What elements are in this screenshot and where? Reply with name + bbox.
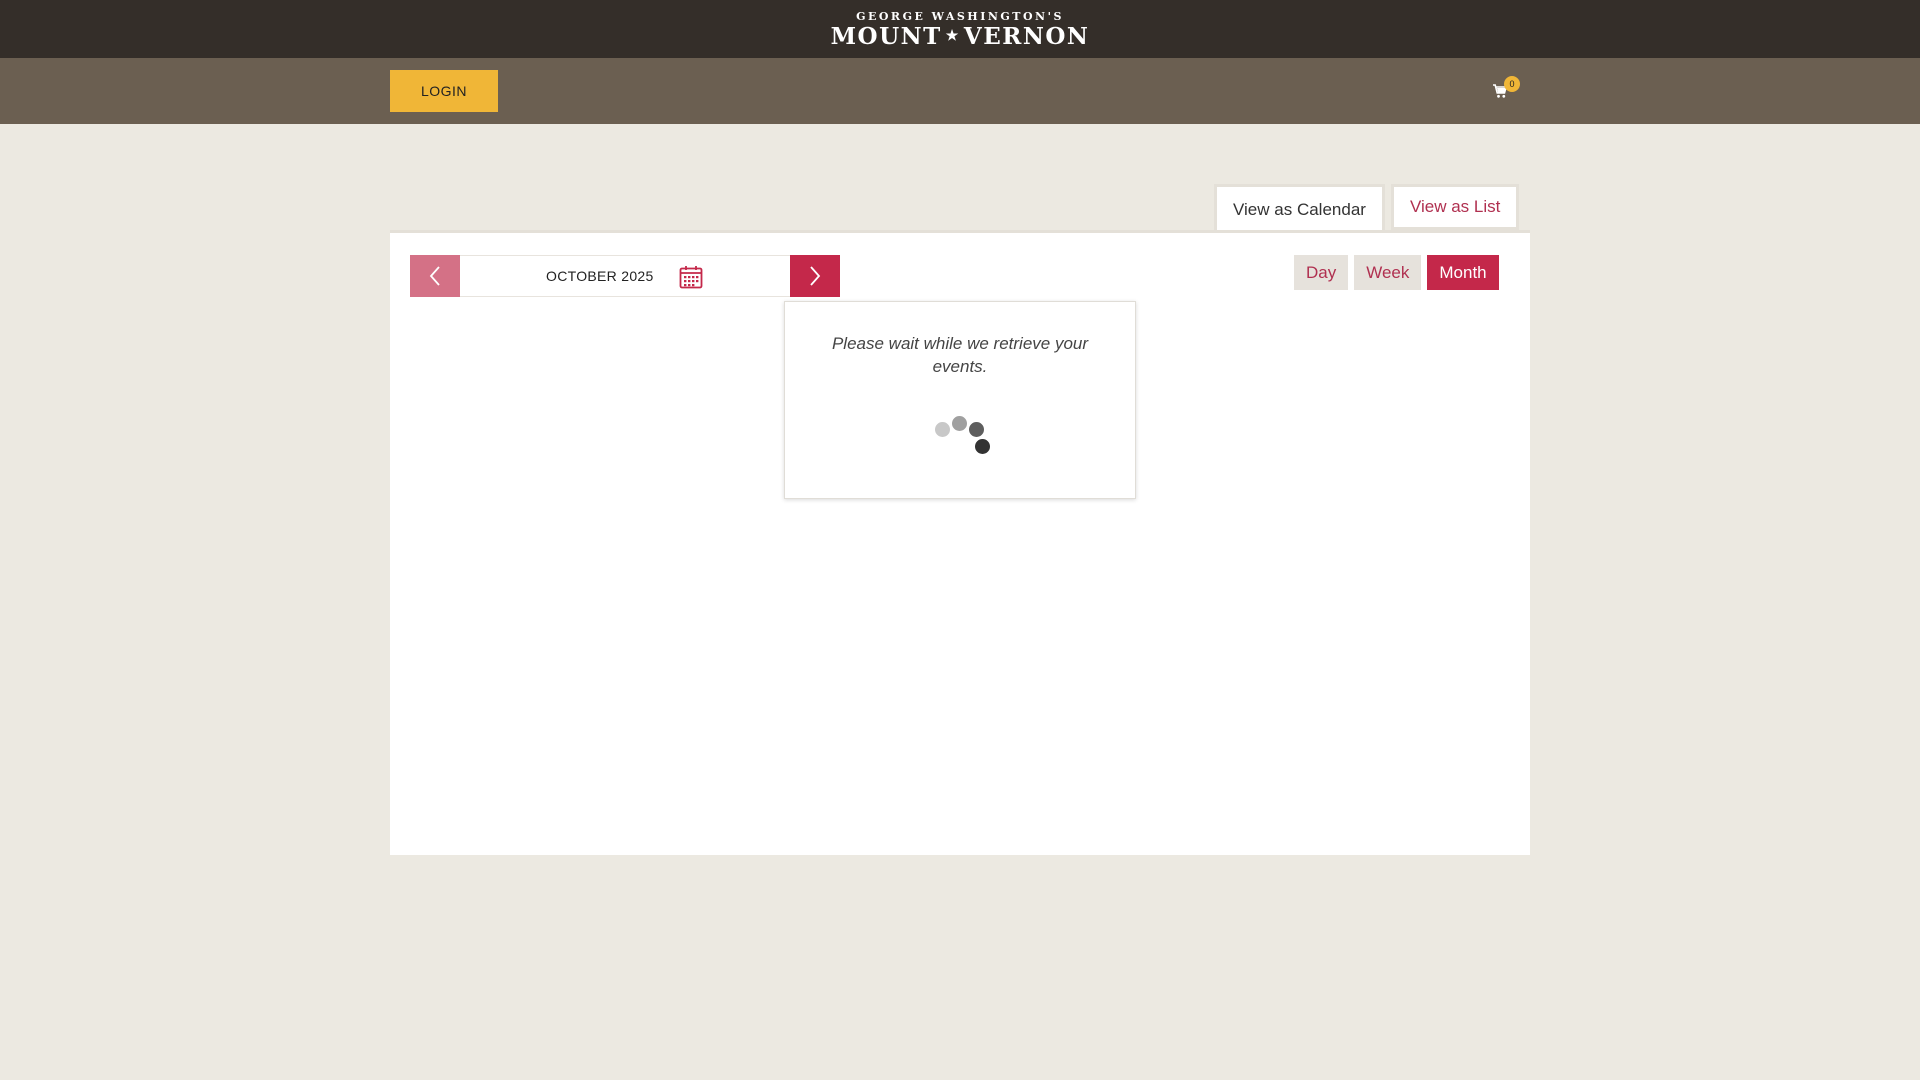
loading-spinner-icon [935,407,995,454]
star-icon: ★ [945,27,960,44]
logo-subtitle: GEORGE WASHINGTON'S [856,9,1064,23]
tab-view-as-calendar[interactable]: View as Calendar [1214,184,1385,232]
logo-title-left: MOUNT [830,22,942,50]
calendar-icon[interactable] [678,264,704,290]
chevron-left-icon [429,266,440,286]
account-bar: LOGIN 0 [0,58,1920,124]
range-day-button[interactable]: Day [1294,255,1349,290]
logo-title-right: VERNON [963,22,1090,50]
logo-title: MOUNT ★ VERNON [831,25,1090,48]
spinner-dot [975,439,990,454]
next-month-button[interactable] [790,255,840,297]
mount-vernon-logo[interactable]: GEORGE WASHINGTON'S MOUNT ★ VERNON [831,11,1090,48]
chevron-right-icon [810,266,821,286]
tab-view-as-list[interactable]: View as List [1390,184,1520,230]
current-month-label: OCTOBER 2025 [546,268,654,284]
loading-dialog: Please wait while we retrieve your event… [784,301,1136,499]
view-toggle: View as Calendar View as List [1214,184,1520,232]
range-month-button[interactable]: Month [1427,255,1499,290]
login-button[interactable]: LOGIN [390,70,498,112]
previous-month-button[interactable] [410,255,460,297]
month-picker[interactable]: OCTOBER 2025 [460,255,790,297]
cart-button[interactable]: 0 [1492,76,1522,106]
spinner-dot [969,422,984,437]
cart-count-badge: 0 [1504,76,1520,92]
range-selector: Day Week Month [1294,255,1499,290]
top-header: GEORGE WASHINGTON'S MOUNT ★ VERNON [0,0,1920,58]
loading-message: Please wait while we retrieve your event… [831,334,1089,376]
spinner-dot [935,422,950,437]
spinner-dot [952,416,967,431]
range-week-button[interactable]: Week [1354,255,1422,290]
